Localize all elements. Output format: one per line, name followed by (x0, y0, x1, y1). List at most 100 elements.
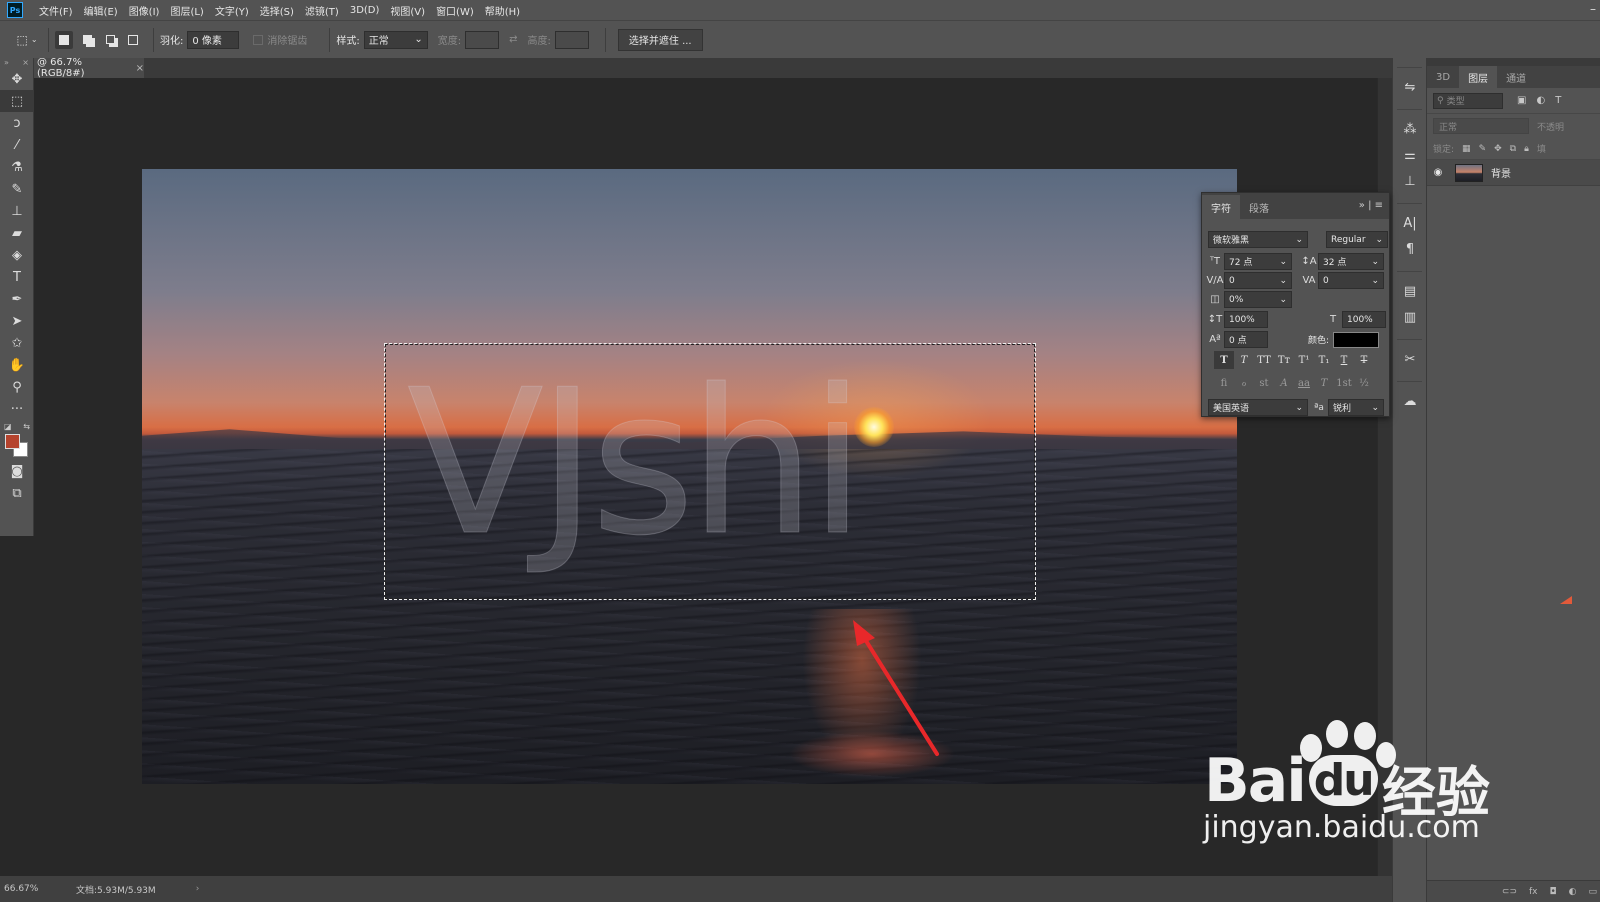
subscript-button[interactable]: T₁ (1314, 351, 1334, 369)
tab-channels[interactable]: 通道 (1497, 66, 1535, 88)
antialias-checkbox[interactable] (253, 34, 264, 45)
magic-wand-tool-icon[interactable]: ⁄ (0, 134, 34, 156)
menu-help[interactable]: 帮助(H) (485, 3, 520, 18)
more-tools-icon[interactable]: ··· (0, 398, 34, 420)
menu-type[interactable]: 文字(Y) (215, 3, 249, 18)
swap-colors-icon[interactable]: ⇆ (23, 422, 30, 431)
paragraph-styles-icon[interactable]: ▥ (1393, 304, 1427, 330)
swash-button[interactable]: st (1254, 374, 1274, 392)
link-layers-icon[interactable]: ⊂⊃ (1502, 887, 1517, 897)
width-input[interactable] (465, 30, 500, 49)
path-selection-tool-icon[interactable]: ➤ (0, 310, 34, 332)
new-adjustment-icon[interactable]: ◐ (1569, 887, 1577, 897)
menu-image[interactable]: 图像(I) (129, 3, 160, 18)
tracking-input[interactable]: 0 ⌄ (1318, 272, 1384, 289)
lock-transparent-icon[interactable]: ▦ (1462, 144, 1471, 154)
collapse-icon[interactable]: » (4, 58, 9, 68)
lock-pixels-icon[interactable]: ✎ (1479, 144, 1487, 154)
lock-position-icon[interactable]: ✥ (1494, 144, 1502, 154)
menu-window[interactable]: 窗口(W) (436, 3, 474, 18)
blend-mode-select[interactable]: 正常 (1433, 118, 1529, 134)
stylistic-alternates-button[interactable]: A (1274, 374, 1294, 392)
strikethrough-button[interactable]: T (1354, 351, 1374, 369)
select-and-mask-button[interactable]: 选择并遮住 ... (617, 28, 703, 51)
adjustments-icon[interactable]: ⚌ (1393, 142, 1427, 168)
ordinal-superscript-button[interactable]: 1st (1334, 374, 1354, 392)
new-group-icon[interactable]: ▭ (1588, 887, 1597, 897)
horizontal-scale-input[interactable]: 100% (1342, 311, 1386, 328)
close-icon[interactable]: × (22, 58, 29, 68)
marquee-tool-icon[interactable]: ⬚ (0, 90, 34, 112)
move-tool-icon[interactable]: ✥ (0, 68, 34, 90)
antialias-select[interactable]: 锐利 ⌄ (1328, 399, 1384, 416)
clone-source-icon[interactable]: ⊥ (1393, 168, 1427, 194)
brush-settings-icon[interactable]: ⁂ (1393, 116, 1427, 142)
default-colors-icon[interactable]: ◪ (4, 422, 12, 431)
minimize-icon[interactable]: – (1590, 2, 1596, 16)
vertical-scale-input[interactable]: 100% (1224, 311, 1268, 328)
brush-tool-icon[interactable]: ✎ (0, 178, 34, 200)
add-selection-button[interactable] (78, 31, 96, 49)
leading-input[interactable]: 32 点 ⌄ (1318, 253, 1384, 270)
tools-presets-icon[interactable]: ✂ (1393, 346, 1427, 372)
menu-filter[interactable]: 滤镜(T) (305, 3, 339, 18)
tab-layers[interactable]: 图层 (1459, 66, 1498, 88)
shape-tool-icon[interactable]: ✩ (0, 332, 34, 354)
kerning-input[interactable]: 0 ⌄ (1224, 272, 1292, 289)
text-color-swatch[interactable] (1333, 331, 1380, 348)
tab-character[interactable]: 字符 (1202, 195, 1240, 219)
foreground-color-swatch[interactable] (5, 434, 20, 449)
small-caps-button[interactable]: Tт (1274, 351, 1294, 369)
document-tab[interactable]: @ 66.7%(RGB/8#) × (34, 57, 144, 79)
zoom-tool-icon[interactable]: ⚲ (0, 376, 34, 398)
layer-row[interactable]: ◉ 背景 (1427, 160, 1600, 186)
old-style-button[interactable]: ℴ (1234, 374, 1254, 392)
history-icon[interactable]: ⇋ (1393, 74, 1427, 100)
lock-artboard-icon[interactable]: ⧉ (1510, 144, 1516, 154)
panel-menu-icon[interactable]: » | ≡ (1359, 200, 1383, 211)
subtract-selection-button[interactable] (101, 31, 119, 49)
intersect-selection-button[interactable] (124, 31, 142, 49)
status-menu-chevron-icon[interactable]: › (196, 884, 200, 894)
menu-edit[interactable]: 编辑(E) (84, 3, 118, 18)
visibility-eye-icon[interactable]: ◉ (1427, 167, 1449, 178)
toolbar-grip[interactable]: » × (0, 58, 33, 68)
eyedropper-tool-icon[interactable]: ⚗ (0, 156, 34, 178)
superscript-button[interactable]: T¹ (1294, 351, 1314, 369)
font-size-input[interactable]: 72 点 ⌄ (1224, 253, 1292, 270)
style-select[interactable]: 正常 ⌄ (363, 30, 428, 49)
character-panel-icon[interactable]: A| (1393, 210, 1427, 236)
character-styles-icon[interactable]: ▤ (1393, 278, 1427, 304)
filter-type-icon[interactable]: T (1555, 95, 1561, 106)
menu-3d[interactable]: 3D(D) (350, 5, 380, 16)
menu-view[interactable]: 视图(V) (390, 3, 425, 18)
feather-input[interactable]: 0 像素 (187, 30, 240, 49)
photoshop-logo-icon[interactable]: Ps (7, 2, 23, 18)
tab-3d[interactable]: 3D (1427, 66, 1459, 88)
ordinals-button[interactable]: T (1314, 374, 1334, 392)
filter-pixel-icon[interactable]: ▣ (1517, 95, 1526, 106)
menu-layer[interactable]: 图层(L) (170, 3, 203, 18)
marquee-selection[interactable] (384, 343, 1036, 600)
faux-bold-button[interactable]: T (1214, 351, 1234, 369)
underline-button[interactable]: T (1334, 351, 1354, 369)
close-tab-icon[interactable]: × (136, 63, 144, 74)
new-selection-button[interactable] (55, 30, 73, 49)
titling-alternates-button[interactable]: aa (1294, 374, 1314, 392)
language-select[interactable]: 美国英语 ⌄ (1208, 399, 1308, 416)
height-input[interactable] (554, 30, 589, 49)
menu-file[interactable]: 文件(F) (39, 3, 73, 18)
layer-filter-select[interactable]: ⚲ 类型 (1433, 92, 1503, 109)
baseline-shift-input[interactable]: 0 点 (1224, 331, 1268, 348)
paragraph-panel-icon[interactable]: ¶ (1393, 236, 1427, 262)
lock-all-icon[interactable]: 🔒︎ (1524, 144, 1529, 154)
font-family-select[interactable]: 微软雅黑 ⌄ (1208, 231, 1308, 248)
stamp-tool-icon[interactable]: ⊥ (0, 200, 34, 222)
screen-mode-icon[interactable]: ⧉ (0, 482, 34, 504)
lasso-tool-icon[interactable]: ↄ (0, 112, 34, 134)
paint-bucket-tool-icon[interactable]: ◈ (0, 244, 34, 266)
faux-italic-button[interactable]: T (1234, 351, 1254, 369)
pen-tool-icon[interactable]: ✒ (0, 288, 34, 310)
menu-select[interactable]: 选择(S) (260, 3, 294, 18)
tool-preset-picker[interactable]: ⬚ ⌄ (12, 28, 42, 52)
